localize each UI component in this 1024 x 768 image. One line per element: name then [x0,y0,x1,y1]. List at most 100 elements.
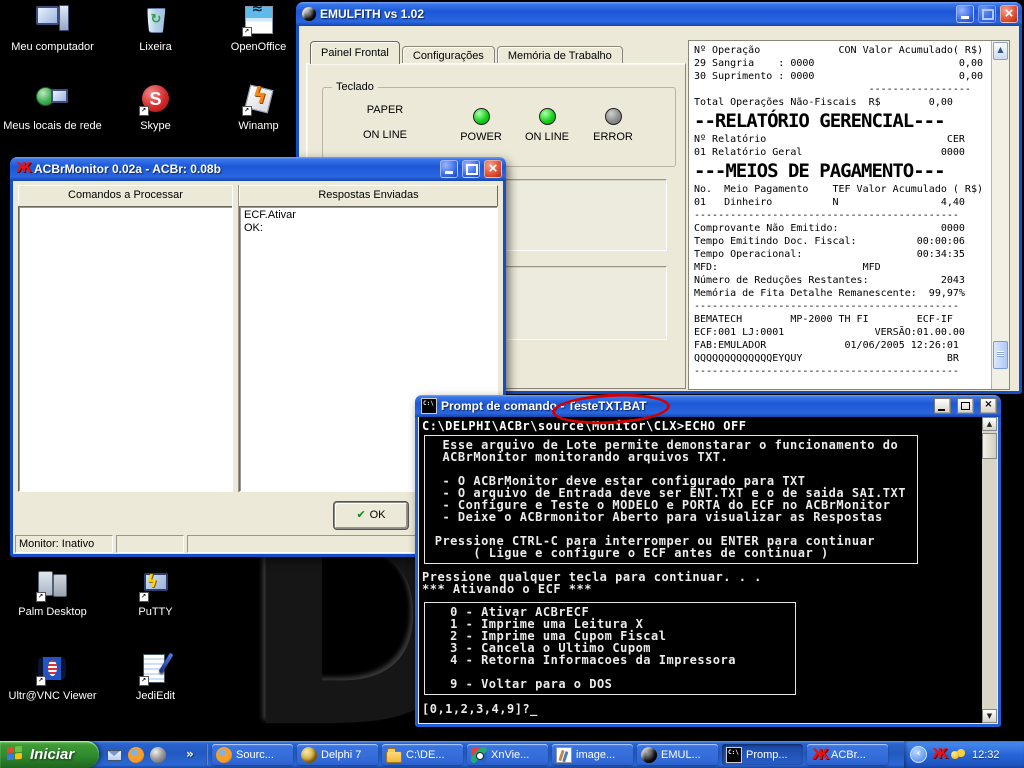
emulfith-icon [641,747,657,763]
taskbutton-image[interactable]: image... [552,744,633,765]
status-monitor-state: Monitor: Inativo [15,535,113,553]
folder-icon [386,751,402,763]
dos-minimize-button[interactable] [934,398,951,414]
ok-button[interactable]: OK [334,502,408,529]
taskbutton-source[interactable]: Sourc... [212,744,293,765]
console-menu-box: 0 - Ativar ACBrECF 1 - Imprime uma Leitu… [424,602,796,695]
desktop-icon-jediedit[interactable]: JediEdit [104,650,207,734]
desktop-icon-openoffice[interactable]: OpenOffice [207,1,310,80]
receipt-line: 01 Dinheiro N 4,40 [694,196,991,209]
scroll-up-button[interactable] [993,42,1008,60]
dos-close-button[interactable] [980,398,997,414]
console-scrollbar[interactable] [982,417,997,723]
panel-splitter[interactable] [232,185,239,492]
receipt-line: ----------------------------------------… [694,300,991,313]
taskbutton-explorer[interactable]: C:\DE... [382,744,463,765]
teclado-legend: Teclado [332,81,378,93]
desktop-icon-lixeira[interactable]: Lixeira [104,1,207,80]
tab-configuracoes[interactable]: Configurações [402,46,495,64]
receipt-line: FAB:EMULADOR 01/06/2005 12:26:01 [694,339,991,352]
dos-titlebar[interactable]: Prompt de comando - TesteTXT.BAT [415,395,1001,417]
taskbutton-prompt[interactable]: Promp... [722,744,803,765]
tray-acbr-icon[interactable] [932,748,946,762]
scroll-thumb[interactable] [993,341,1008,369]
desktop: D7 Meu computador Lixeira O [0,0,1024,768]
firefox-icon[interactable] [128,747,144,763]
taskbutton-acbr[interactable]: ACBr... [807,744,888,765]
emulfith-app-icon [302,7,316,21]
emulfith-title: EMULFITH vs 1.02 [320,7,952,21]
tray-hide-icons-chevron[interactable] [910,746,927,763]
recycle-bin-icon [139,3,173,37]
taskbar-divider [206,744,208,765]
receipt-line: Tempo Operacional: 00:34:35 [694,248,991,261]
receipt-line: Tempo Emitindo Doc. Fiscal: 00:00:06 [694,235,991,248]
acbrmonitor-maximize-button[interactable] [462,160,480,178]
taskbar-clock[interactable]: 12:32 [972,749,1000,761]
receipt-line: Comprovante Não Emitido: 0000 [694,222,991,235]
gray-sphere-icon[interactable] [150,747,166,763]
receipt-line: ---MEIOS DE PAGAMENTO--- [694,159,991,183]
desktop-icon-ultravnc-viewer[interactable]: Ultr@VNC Viewer [1,650,104,734]
tab-memoria-de-trabalho[interactable]: Memória de Trabalho [497,46,623,64]
receipt-line: Nº Relatório CER [694,133,991,146]
outlook-icon[interactable] [106,747,122,763]
commands-header: Comandos a Processar [18,185,233,207]
start-button[interactable]: Iniciar [0,741,99,768]
acbrmonitor-minimize-button[interactable] [440,160,458,178]
console-output: C:\DELPHI\ACBr\source\Monitor\CLX>ECHO O… [419,417,982,723]
desktop-icon-label: PuTTY [104,606,207,619]
receipt-line: MFD: MFD [694,261,991,274]
receipt-line: ----------------------------------------… [694,365,991,378]
system-tray: 12:32 [904,741,1024,768]
emulfith-tab-strip: Painel FrontalConfiguraçõesMemória de Tr… [310,41,625,64]
taskbutton-xnview[interactable]: XnVie... [467,744,548,765]
console-scroll-down-button[interactable] [982,709,997,723]
led-indicator-icon [605,108,622,125]
emulfith-titlebar[interactable]: EMULFITH vs 1.02 [296,2,1022,26]
desktop-icon-palm-desktop[interactable]: Palm Desktop [1,566,104,650]
acbrmonitor-close-button[interactable] [484,160,502,178]
status-cell-2 [116,535,184,553]
desktop-icon-meus-locais-de-rede[interactable]: Meus locais de rede [1,80,104,159]
desktop-icon-meu-computador[interactable]: Meu computador [1,1,104,80]
receipt-line: ECF:001 LJ:0001 VERSÃO:01.00.00 [694,326,991,339]
taskbutton-emulfith[interactable]: EMUL... [637,744,718,765]
emulfith-maximize-button[interactable] [978,5,996,23]
acbrmonitor-titlebar[interactable]: ACBrMonitor 0.02a - ACBr: 0.08b [10,157,506,181]
taskbutton-delphi7[interactable]: Delphi 7 [297,744,378,765]
desktop-icon-putty[interactable]: PuTTY [104,566,207,650]
emulfith-minimize-button[interactable] [956,5,974,23]
delphi-icon [301,747,317,763]
image-editor-icon [556,747,572,763]
led-item: ERROR [581,108,645,143]
commands-listbox[interactable] [18,206,233,492]
tray-notification-icons[interactable] [951,748,965,762]
dos-app-icon [421,398,437,414]
receipt-scrollbar[interactable] [991,41,1009,389]
desktop-icon-label: Meu computador [1,41,104,54]
acbrmonitor-title: ACBrMonitor 0.02a - ACBr: 0.08b [34,162,436,176]
emulfith-close-button[interactable] [1000,5,1018,23]
receipt-line: 01 Relatório Geral 0000 [694,146,991,159]
receipt-line: QQQQQQQQQQQQQEYQUY BR [694,352,991,365]
acbr-app-icon [16,162,30,176]
receipt-line: Total Operações Não-Fiscais R$ 0,00 [694,96,991,109]
led-indicator-icon [473,108,490,125]
desktop-icons-top: Meu computador Lixeira OpenOffice M [1,1,310,159]
desktop-icon-label: Winamp [207,120,310,133]
desktop-icon-skype[interactable]: Skype [104,80,207,159]
xnview-icon [471,747,487,763]
led-row: POWER ON LINE ERROR [449,108,645,143]
window-dos-prompt: Prompt de comando - TesteTXT.BAT C:\DELP… [415,395,1001,727]
desktop-icon-winamp[interactable]: Winamp [207,80,310,159]
receipt-line: --RELATÓRIO GERENCIAL--- [694,109,991,133]
receipt-line: No. Meio Pagamento TEF Valor Acumulado (… [694,183,991,196]
tab-painel-frontal[interactable]: Painel Frontal [310,41,400,64]
quick-launch-overflow-chevron[interactable]: » [186,747,194,761]
receipt-line: Memória de Fita Detalhe Remanescente: 99… [694,287,991,300]
dos-body: C:\DELPHI\ACBr\source\Monitor\CLX>ECHO O… [418,417,998,724]
console-scroll-up-button[interactable] [982,417,997,431]
console-scroll-thumb[interactable] [982,433,997,459]
dos-maximize-button[interactable] [957,398,974,414]
